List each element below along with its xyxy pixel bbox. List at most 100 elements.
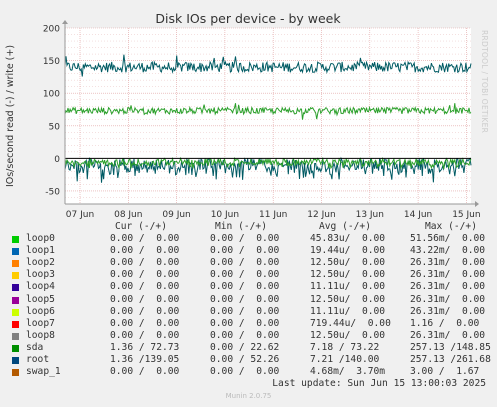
legend-cur: 0.00 / 0.00	[110, 366, 180, 378]
legend-cur: 0.00 / 0.00	[110, 269, 180, 281]
legend-row-loop6: loop6 0.00 / 0.00 0.00 / 0.00 11.11u/ 0.00 2…	[12, 306, 492, 318]
legend-min: 0.00 / 0.00	[210, 233, 280, 245]
legend-max: 51.56m/ 0.00	[410, 233, 486, 245]
legend-header: Cur (-/+) Min (-/+) Avg (-/+) Max (-/+)	[12, 221, 492, 233]
legend-min: 0.00 / 0.00	[210, 257, 280, 269]
rrdtool-credit: RRDTOOL / TOBI OETIKER	[480, 30, 489, 134]
legend-cur: 1.36 / 72.73	[110, 341, 180, 353]
legend-row-loop2: loop2 0.00 / 0.00 0.00 / 0.00 12.50u/ 0.00 2…	[12, 257, 492, 269]
legend-min: 0.00 / 0.00	[210, 245, 280, 257]
x-tick-label: 07 Jun	[66, 210, 94, 220]
legend-cur: 0.00 / 0.00	[110, 305, 180, 317]
plot-area	[65, 28, 471, 204]
legend-min: 0.00 / 22.62	[210, 341, 280, 353]
legend-min: 0.00 / 0.00	[210, 366, 280, 378]
legend-row-root: root 1.36 /139.05 0.00 / 52.26 7.21 /140.00…	[12, 354, 492, 366]
legend-min: 0.00 / 0.00	[210, 269, 280, 281]
legend-avg: 12.50u/ 0.00	[310, 269, 386, 281]
legend-name: loop4	[26, 281, 55, 293]
legend-avg: 12.50u/ 0.00	[310, 257, 386, 269]
legend-row-swap_1: swap_1 0.00 / 0.00 0.00 / 0.00 4.68m/ 3.70m…	[12, 366, 492, 378]
legend-swatch	[12, 308, 19, 316]
x-tick-label: 13 Jun	[356, 210, 384, 220]
legend-name: swap_1	[26, 366, 61, 378]
legend-max: 257.13 /148.85	[410, 341, 491, 353]
legend-swatch	[12, 272, 19, 280]
legend-name: sda	[26, 341, 44, 353]
y-axis-label: IOs/second read (-) / write (+)	[5, 45, 16, 187]
legend-name: loop8	[26, 329, 55, 341]
legend-min: 0.00 / 0.00	[210, 281, 280, 293]
x-tick-label: 09 Jun	[162, 210, 190, 220]
legend-name: loop6	[26, 305, 55, 317]
legend-row-loop4: loop4 0.00 / 0.00 0.00 / 0.00 11.11u/ 0.00 2…	[12, 281, 492, 293]
legend-max: 26.31m/ 0.00	[410, 269, 486, 281]
legend-swatch	[12, 236, 19, 244]
legend-max: 1.16 / 0.00	[410, 317, 480, 329]
legend-max: 257.13 /261.68	[410, 354, 491, 366]
legend-avg: 4.68m/ 3.70m	[310, 366, 386, 378]
legend-min: 0.00 / 0.00	[210, 293, 280, 305]
legend-max: 26.31m/ 0.00	[410, 281, 486, 293]
legend-row-sda: sda 1.36 / 72.73 0.00 / 22.62 7.18 / 73.22 2…	[12, 342, 492, 354]
legend-swatch	[12, 284, 19, 292]
legend-cur: 0.00 / 0.00	[110, 293, 180, 305]
legend-row-loop1: loop1 0.00 / 0.00 0.00 / 0.00 19.44u/ 0.00 4…	[12, 245, 492, 257]
chart-title: Disk IOs per device - by week	[155, 11, 341, 26]
legend-cur: 0.00 / 0.00	[110, 245, 180, 257]
legend-cur: 0.00 / 0.00	[110, 329, 180, 341]
chart: -50 0 50 100 150 200 07 Jun 08 Jun 09 Jun 10 Jun 1…	[5, 11, 481, 220]
legend-swatch	[12, 357, 19, 365]
y-tick-label: -50	[45, 187, 60, 197]
legend-min: 0.00 / 0.00	[210, 305, 280, 317]
legend-avg: 11.11u/ 0.00	[310, 305, 386, 317]
legend-cur: 0.00 / 0.00	[110, 257, 180, 269]
legend-max: 26.31m/ 0.00	[410, 305, 486, 317]
legend-cur: 0.00 / 0.00	[110, 233, 180, 245]
legend-max: 26.31m/ 0.00	[410, 329, 486, 341]
legend-avg: 19.44u/ 0.00	[310, 245, 386, 257]
legend-row-loop0: loop0 0.00 / 0.00 0.00 / 0.00 45.83u/ 0.00 5…	[12, 233, 492, 245]
legend-name: loop5	[26, 293, 55, 305]
legend-name: root	[26, 354, 50, 366]
legend-cur: 1.36 /139.05	[110, 354, 180, 366]
legend-swatch	[12, 248, 19, 256]
legend-name: loop1	[26, 245, 55, 257]
legend-cur: 0.00 / 0.00	[110, 281, 180, 293]
x-tick-label: 11 Jun	[259, 210, 287, 220]
legend-name: loop7	[26, 317, 55, 329]
x-axis-arrow	[475, 201, 479, 207]
legend-min: 0.00 / 0.00	[210, 317, 280, 329]
legend-row-loop3: loop3 0.00 / 0.00 0.00 / 0.00 12.50u/ 0.00 2…	[12, 269, 492, 281]
legend-max: 26.31m/ 0.00	[410, 293, 486, 305]
x-tick-label: 14 Jun	[404, 210, 432, 220]
legend-swatch	[12, 369, 19, 377]
y-tick-label: 200	[43, 25, 60, 35]
y-tick-label: 50	[49, 122, 61, 132]
legend-min: 0.00 / 52.26	[210, 354, 280, 366]
legend-max: 26.31m/ 0.00	[410, 257, 486, 269]
y-tick-label: 100	[43, 90, 60, 100]
y-axis-arrow	[62, 20, 68, 24]
legend-swatch	[12, 320, 19, 328]
legend-avg: 11.11u/ 0.00	[310, 281, 386, 293]
legend-header-max: Max (-/+)	[425, 221, 477, 232]
y-tick-label: 150	[43, 57, 60, 67]
legend-avg: 7.21 /140.00	[310, 354, 380, 366]
legend-swatch	[12, 260, 19, 268]
legend-swatch	[12, 296, 19, 304]
legend-cur: 0.00 / 0.00	[110, 317, 180, 329]
legend-swatch	[12, 332, 19, 340]
legend-max: 43.22m/ 0.00	[410, 245, 486, 257]
legend: Cur (-/+) Min (-/+) Avg (-/+) Max (-/+) …	[12, 221, 492, 378]
legend-name: loop2	[26, 257, 55, 269]
legend-avg: 7.18 / 73.22	[310, 341, 380, 353]
legend-header-cur: Cur (-/+)	[115, 221, 167, 232]
x-tick-label: 10 Jun	[211, 210, 239, 220]
legend-swatch	[12, 344, 19, 352]
legend-avg: 45.83u/ 0.00	[310, 233, 386, 245]
legend-header-min: Min (-/+)	[215, 221, 267, 232]
legend-name: loop3	[26, 269, 55, 281]
legend-avg: 12.50u/ 0.00	[310, 293, 386, 305]
legend-min: 0.00 / 0.00	[210, 329, 280, 341]
